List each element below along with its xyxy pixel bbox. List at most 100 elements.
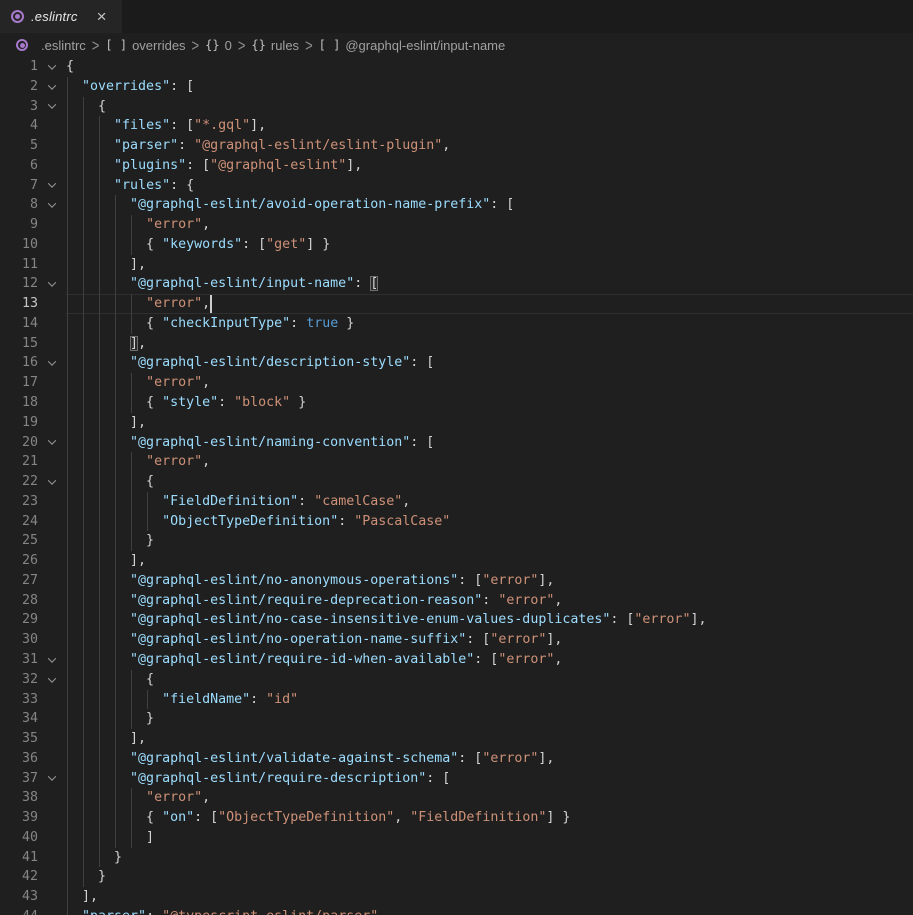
code-line[interactable]: 36 "@graphql-eslint/validate-against-sch… (0, 749, 913, 769)
fold-chevron[interactable] (38, 97, 66, 117)
fold-chevron[interactable] (38, 176, 66, 196)
code-line[interactable]: 37 "@graphql-eslint/require-description"… (0, 769, 913, 789)
code-line[interactable]: 41 } (0, 848, 913, 868)
code-line[interactable]: 39 { "on": ["ObjectTypeDefinition", "Fie… (0, 808, 913, 828)
code-line[interactable]: 28 "@graphql-eslint/require-deprecation-… (0, 591, 913, 611)
code-content[interactable]: { "keywords": ["get"] } (66, 235, 913, 255)
code-content[interactable]: } (66, 867, 913, 887)
code-line[interactable]: 27 "@graphql-eslint/no-anonymous-operati… (0, 571, 913, 591)
code-content[interactable]: { (66, 472, 913, 492)
code-content[interactable]: ], (66, 413, 913, 433)
code-content[interactable]: "plugins": ["@graphql-eslint"], (66, 156, 913, 176)
code-content[interactable]: "FieldDefinition": "camelCase", (66, 492, 913, 512)
code-line[interactable]: 19 ], (0, 413, 913, 433)
breadcrumb-item-rules[interactable]: {}rules (251, 38, 299, 53)
fold-chevron[interactable] (38, 77, 66, 97)
code-line[interactable]: 3 { (0, 97, 913, 117)
code-line[interactable]: 20 "@graphql-eslint/naming-convention": … (0, 433, 913, 453)
code-line[interactable]: 7 "rules": { (0, 176, 913, 196)
code-line[interactable]: 40 ] (0, 828, 913, 848)
code-content[interactable]: ], (66, 255, 913, 275)
code-line[interactable]: 17 "error", (0, 373, 913, 393)
code-content[interactable]: "@graphql-eslint/naming-convention": [ (66, 433, 913, 453)
code-content[interactable]: "error", (66, 452, 913, 472)
code-content[interactable]: { (66, 670, 913, 690)
code-line[interactable]: 22 { (0, 472, 913, 492)
code-content[interactable]: "parser": "@graphql-eslint/eslint-plugin… (66, 136, 913, 156)
code-line[interactable]: 25 } (0, 531, 913, 551)
breadcrumb-item--graphql-eslint-input-name[interactable]: [ ]@graphql-eslint/input-name (319, 38, 506, 53)
code-line[interactable]: 1{ (0, 57, 913, 77)
close-icon[interactable]: × (92, 7, 112, 27)
code-line[interactable]: 32 { (0, 670, 913, 690)
code-line[interactable]: 13 "error", (0, 294, 913, 314)
editor[interactable]: 1{2 "overrides": [3 {4 "files": ["*.gql"… (0, 57, 913, 915)
code-content[interactable]: "@graphql-eslint/description-style": [ (66, 353, 913, 373)
fold-chevron[interactable] (38, 433, 66, 453)
code-content[interactable]: } (66, 709, 913, 729)
code-line[interactable]: 14 { "checkInputType": true } (0, 314, 913, 334)
code-content[interactable]: "error", (66, 215, 913, 235)
code-line[interactable]: 29 "@graphql-eslint/no-case-insensitive-… (0, 610, 913, 630)
code-line[interactable]: 11 ], (0, 255, 913, 275)
code-content[interactable]: "@graphql-eslint/no-anonymous-operations… (66, 571, 913, 591)
fold-chevron[interactable] (38, 670, 66, 690)
fold-chevron[interactable] (38, 472, 66, 492)
code-content[interactable]: "parser": "@typescript-eslint/parser" (66, 907, 913, 915)
code-line[interactable]: 15 ], (0, 334, 913, 354)
code-content[interactable]: { "on": ["ObjectTypeDefinition", "FieldD… (66, 808, 913, 828)
code-content[interactable]: "error", (66, 373, 913, 393)
code-line[interactable]: 6 "plugins": ["@graphql-eslint"], (0, 156, 913, 176)
code-line[interactable]: 10 { "keywords": ["get"] } (0, 235, 913, 255)
code-line[interactable]: 34 } (0, 709, 913, 729)
code-content[interactable]: "@graphql-eslint/no-case-insensitive-enu… (66, 610, 913, 630)
breadcrumb-item-0[interactable]: {}0 (205, 38, 232, 53)
code-line[interactable]: 18 { "style": "block" } (0, 393, 913, 413)
fold-chevron[interactable] (38, 353, 66, 373)
code-content[interactable]: { "style": "block" } (66, 393, 913, 413)
code-line[interactable]: 30 "@graphql-eslint/no-operation-name-su… (0, 630, 913, 650)
code-content[interactable]: "ObjectTypeDefinition": "PascalCase" (66, 512, 913, 532)
code-content[interactable]: { (66, 57, 913, 77)
code-content[interactable]: "files": ["*.gql"], (66, 116, 913, 136)
code-line[interactable]: 23 "FieldDefinition": "camelCase", (0, 492, 913, 512)
code-content[interactable]: "error", (66, 294, 913, 314)
code-line[interactable]: 35 ], (0, 729, 913, 749)
code-content[interactable]: ] (66, 828, 913, 848)
code-line[interactable]: 5 "parser": "@graphql-eslint/eslint-plug… (0, 136, 913, 156)
code-line[interactable]: 16 "@graphql-eslint/description-style": … (0, 353, 913, 373)
code-content[interactable]: "@graphql-eslint/require-deprecation-rea… (66, 591, 913, 611)
code-content[interactable]: "@graphql-eslint/input-name": [ (66, 274, 913, 294)
code-content[interactable]: "fieldName": "id" (66, 690, 913, 710)
code-content[interactable]: "@graphql-eslint/no-operation-name-suffi… (66, 630, 913, 650)
code-line[interactable]: 31 "@graphql-eslint/require-id-when-avai… (0, 650, 913, 670)
code-line[interactable]: 44 "parser": "@typescript-eslint/parser" (0, 907, 913, 915)
code-line[interactable]: 12 "@graphql-eslint/input-name": [ (0, 274, 913, 294)
code-line[interactable]: 8 "@graphql-eslint/avoid-operation-name-… (0, 195, 913, 215)
fold-chevron[interactable] (38, 274, 66, 294)
code-content[interactable]: } (66, 848, 913, 868)
code-content[interactable]: ], (66, 334, 913, 354)
code-content[interactable]: "rules": { (66, 176, 913, 196)
fold-chevron[interactable] (38, 195, 66, 215)
code-content[interactable]: "@graphql-eslint/avoid-operation-name-pr… (66, 195, 913, 215)
code-line[interactable]: 21 "error", (0, 452, 913, 472)
code-line[interactable]: 26 ], (0, 551, 913, 571)
code-content[interactable]: ], (66, 887, 913, 907)
code-line[interactable]: 9 "error", (0, 215, 913, 235)
code-content[interactable]: { "checkInputType": true } (66, 314, 913, 334)
tab-eslintrc[interactable]: .eslintrc × (0, 0, 122, 33)
code-line[interactable]: 43 ], (0, 887, 913, 907)
code-content[interactable]: } (66, 531, 913, 551)
code-line[interactable]: 38 "error", (0, 788, 913, 808)
breadcrumb-item-overrides[interactable]: [ ]overrides (105, 38, 185, 53)
code-line[interactable]: 42 } (0, 867, 913, 887)
code-content[interactable]: "@graphql-eslint/validate-against-schema… (66, 749, 913, 769)
code-content[interactable]: "overrides": [ (66, 77, 913, 97)
fold-chevron[interactable] (38, 650, 66, 670)
fold-chevron[interactable] (38, 57, 66, 77)
code-content[interactable]: ], (66, 729, 913, 749)
fold-chevron[interactable] (38, 769, 66, 789)
code-content[interactable]: { (66, 97, 913, 117)
code-content[interactable]: "error", (66, 788, 913, 808)
